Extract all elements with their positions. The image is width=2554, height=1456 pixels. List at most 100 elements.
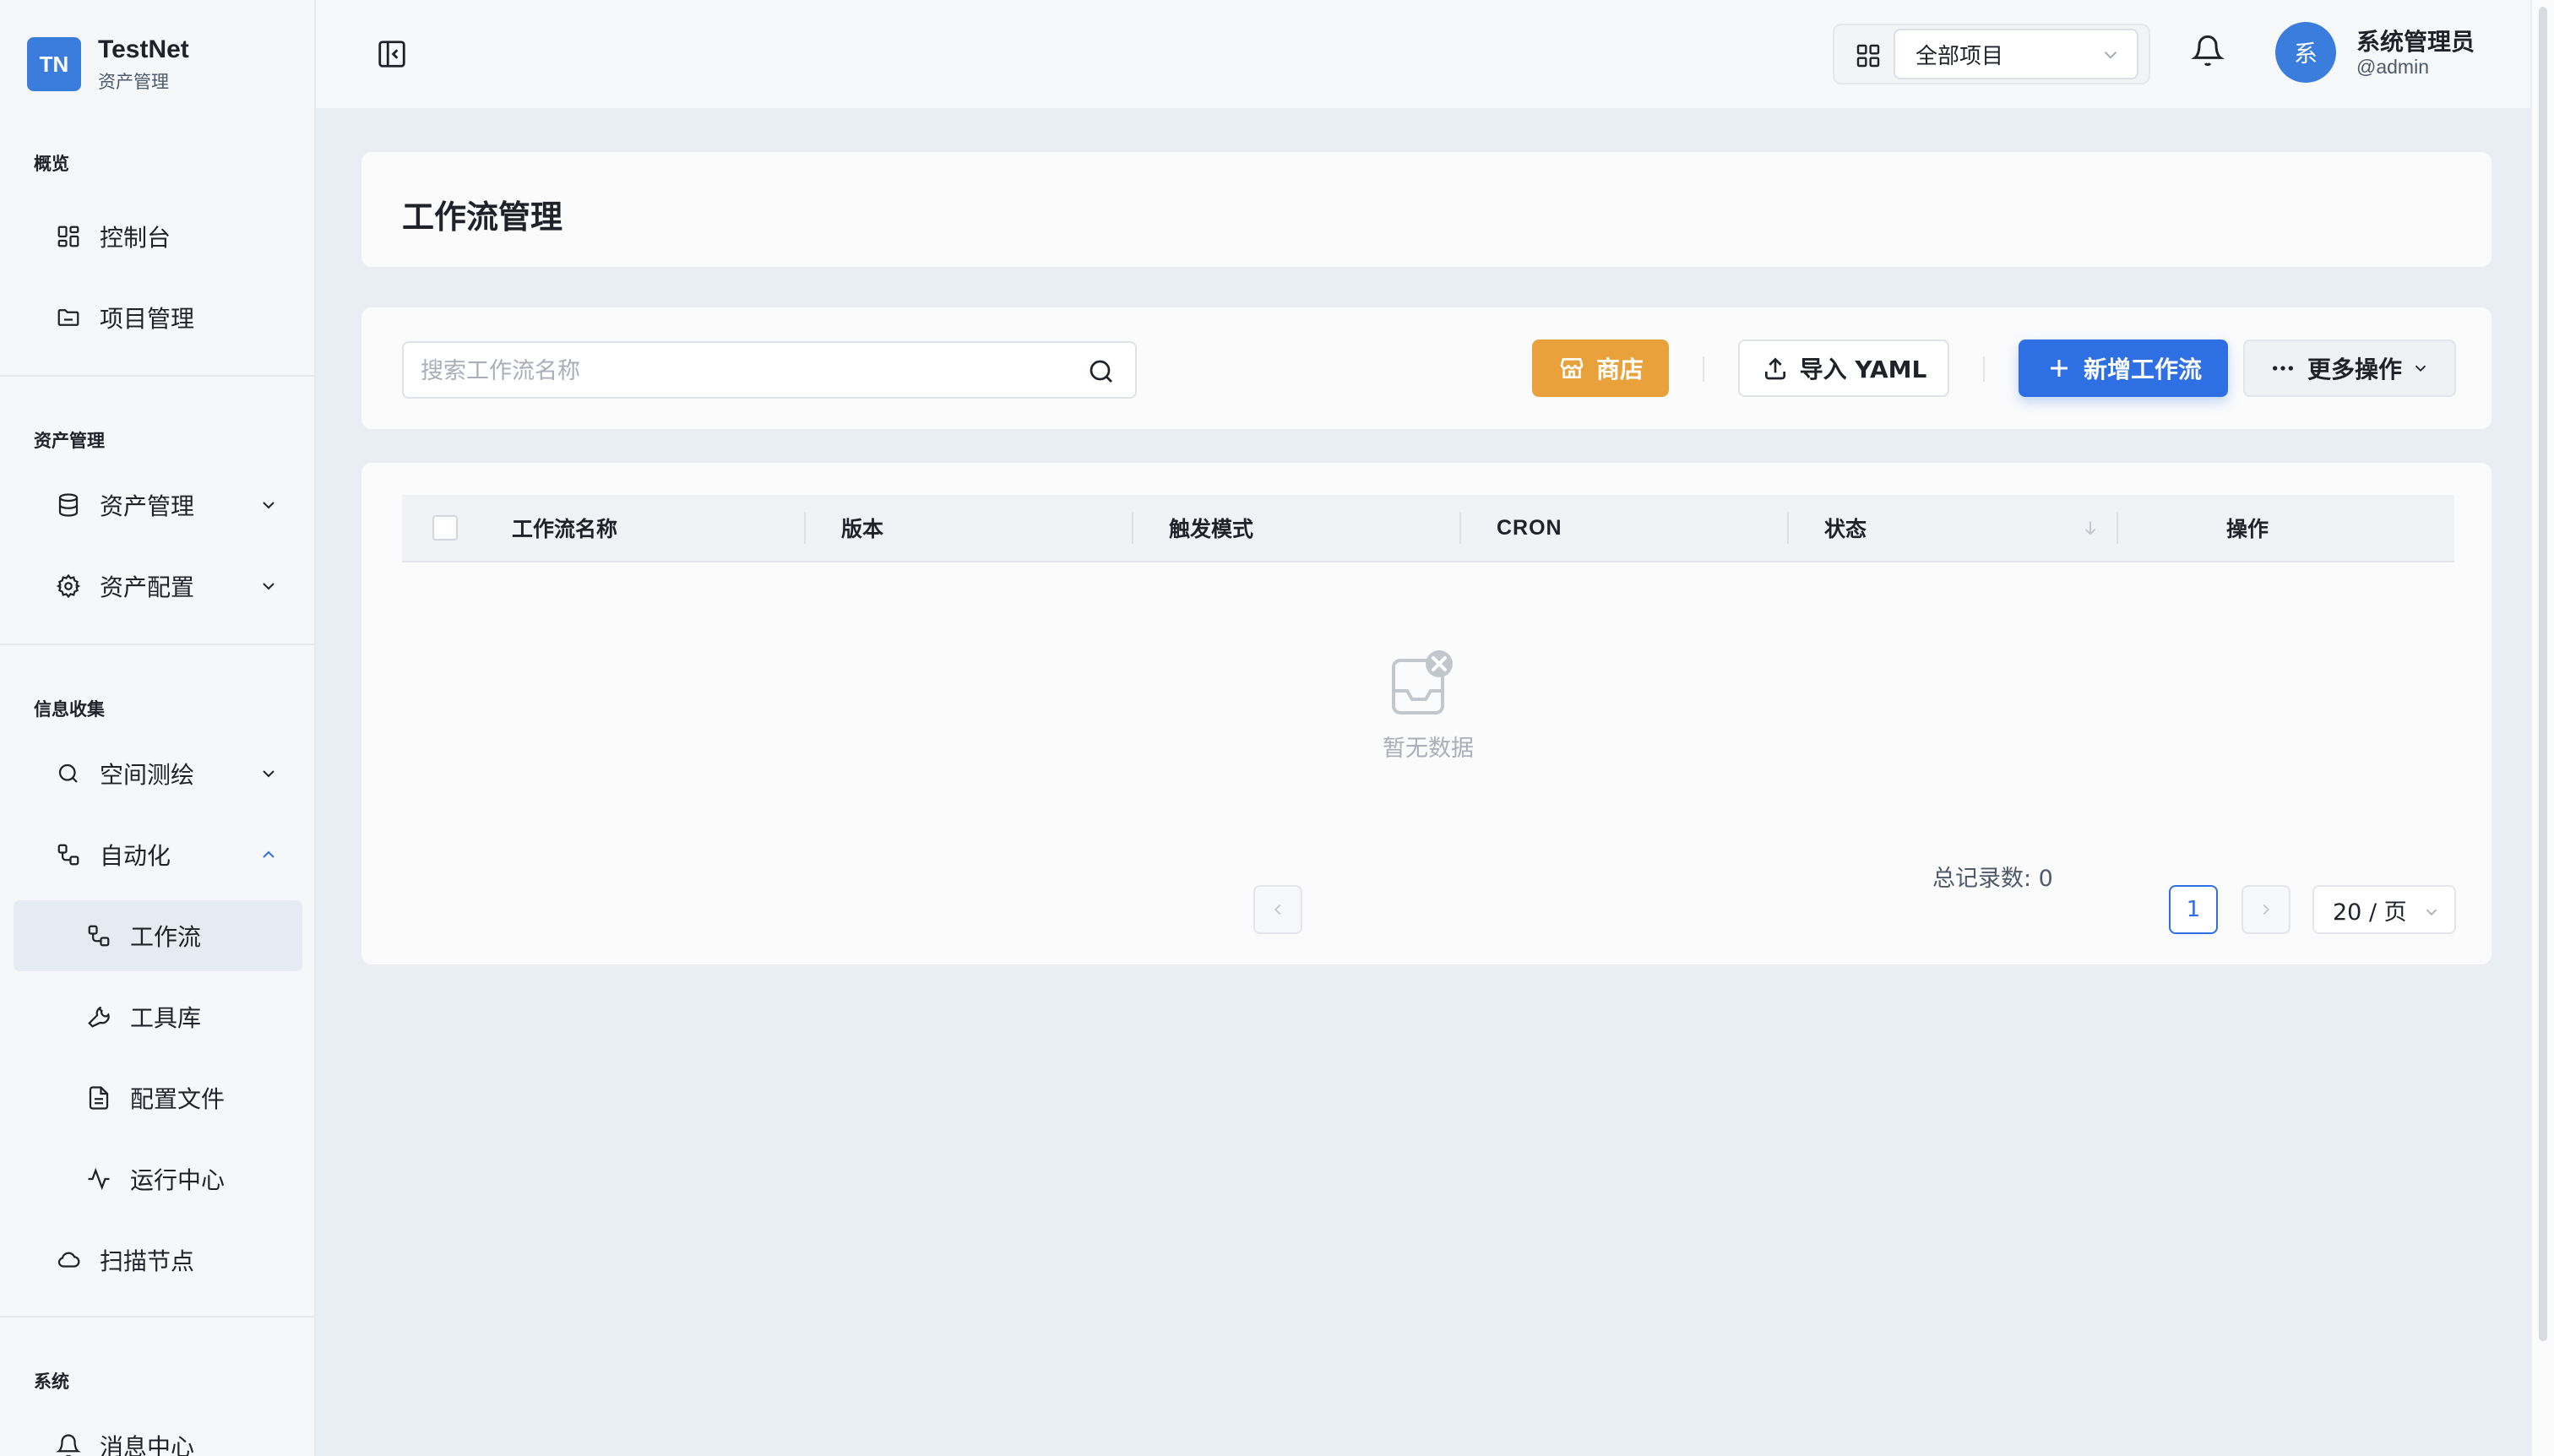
sidebar-item-config-files[interactable]: 配置文件 xyxy=(14,1062,302,1133)
toolbar-card: 商店 导入 YAML 新增工作流 更多操作 xyxy=(360,306,2493,431)
sidebar-item-asset-management[interactable]: 资产管理 xyxy=(14,470,302,541)
user-name[interactable]: 系统管理员 xyxy=(2356,24,2475,57)
section-title-assets: 资产管理 xyxy=(34,431,105,451)
column-header-version[interactable]: 版本 xyxy=(841,495,883,561)
page-size-value: 20 / 页 xyxy=(2333,899,2407,926)
wrench-icon xyxy=(84,1002,113,1031)
chevron-down-icon xyxy=(2422,901,2441,920)
table-header: 工作流名称 版本 触发模式 CRON 状态 操作 xyxy=(402,495,2454,562)
more-actions-button-label: 更多操作 xyxy=(2307,356,2402,383)
prev-page-button[interactable] xyxy=(1253,885,1302,934)
sidebar-item-toolbox[interactable]: 工具库 xyxy=(14,981,302,1052)
notification-bell-icon[interactable] xyxy=(2191,34,2228,71)
upload-icon xyxy=(1761,354,1790,383)
store-icon xyxy=(1557,354,1586,383)
user-handle: @admin xyxy=(2356,56,2429,78)
column-header-actions: 操作 xyxy=(2226,517,2269,541)
shop-button-label: 商店 xyxy=(1595,356,1644,383)
next-page-button[interactable] xyxy=(2242,885,2290,934)
divider xyxy=(0,644,314,645)
topbar: 全部项目 系 系统管理员 @admin xyxy=(316,0,2530,108)
grid-icon xyxy=(1855,42,1882,69)
column-header-trigger-mode[interactable]: 触发模式 xyxy=(1169,495,1253,561)
sidebar-toggle-icon[interactable] xyxy=(375,37,409,71)
column-divider xyxy=(1459,512,1461,544)
search-box xyxy=(402,341,1137,399)
page-title: 工作流管理 xyxy=(402,198,563,236)
sidebar-item-asset-config[interactable]: 资产配置 xyxy=(14,551,302,622)
chevron-up-icon xyxy=(257,843,280,867)
scrollbar-thumb[interactable] xyxy=(2539,7,2547,1341)
divider xyxy=(1983,356,1985,382)
new-workflow-button-label: 新增工作流 xyxy=(2083,356,2202,383)
sidebar-item-label: 工具库 xyxy=(130,1004,202,1032)
sidebar-item-label: 自动化 xyxy=(100,842,171,870)
dashboard-icon xyxy=(54,222,83,251)
sidebar-item-projects[interactable]: 项目管理 xyxy=(14,282,302,353)
sidebar-item-dashboard[interactable]: 控制台 xyxy=(14,201,302,272)
chevron-down-icon xyxy=(2100,44,2122,66)
brand-subtitle: 资产管理 xyxy=(98,72,169,92)
sort-arrow-icon[interactable] xyxy=(2081,519,2100,537)
sidebar-item-automation[interactable]: 自动化 xyxy=(14,819,302,890)
select-all-checkbox[interactable] xyxy=(432,515,458,541)
sidebar-item-label: 项目管理 xyxy=(100,305,195,333)
file-icon xyxy=(84,1084,113,1112)
chevron-right-icon xyxy=(2263,904,2270,915)
section-title-overview: 概览 xyxy=(34,154,69,174)
workflow-icon xyxy=(54,840,83,869)
page-size-select[interactable]: 20 / 页 xyxy=(2312,885,2456,934)
column-header-cron[interactable]: CRON xyxy=(1497,495,1562,561)
chevron-down-icon xyxy=(257,574,280,598)
chevron-down-icon xyxy=(257,762,280,785)
folder-icon xyxy=(54,303,83,332)
project-select-value: 全部项目 xyxy=(1916,43,2004,69)
sidebar-item-label: 空间测绘 xyxy=(100,761,195,789)
sidebar-item-label: 运行中心 xyxy=(130,1166,226,1194)
sidebar-item-run-center[interactable]: 运行中心 xyxy=(14,1144,302,1214)
search-icon[interactable] xyxy=(1086,356,1117,387)
search-input[interactable] xyxy=(421,351,1062,390)
page-scrollbar[interactable] xyxy=(2532,0,2554,1456)
total-records: 总记录数: 0 xyxy=(1932,866,2053,892)
section-title-recon: 信息收集 xyxy=(34,699,105,720)
sidebar-item-scan-nodes[interactable]: 扫描节点 xyxy=(14,1225,302,1296)
empty-state-text: 暂无数据 xyxy=(1383,736,1474,762)
column-header-status[interactable]: 状态 xyxy=(1824,495,1867,561)
sidebar-item-messages[interactable]: 消息中心 xyxy=(14,1410,302,1456)
project-select[interactable]: 全部项目 xyxy=(1894,29,2138,79)
chevron-down-icon xyxy=(2410,358,2431,378)
database-icon xyxy=(54,491,83,519)
bell-icon xyxy=(54,1432,83,1456)
workflow-icon xyxy=(84,921,113,950)
empty-inbox-icon xyxy=(1382,647,1459,725)
more-actions-button[interactable]: 更多操作 xyxy=(2243,340,2456,397)
activity-icon xyxy=(84,1165,113,1193)
new-workflow-button[interactable]: 新增工作流 xyxy=(2019,340,2228,397)
section-title-system: 系统 xyxy=(34,1372,69,1392)
sidebar-item-label: 资产管理 xyxy=(100,492,195,520)
avatar[interactable]: 系 xyxy=(2275,22,2336,83)
sidebar-item-label: 扫描节点 xyxy=(100,1247,195,1275)
page-number-current[interactable]: 1 xyxy=(2169,885,2218,934)
import-yaml-button[interactable]: 导入 YAML xyxy=(1738,340,1949,397)
column-divider xyxy=(1787,512,1789,544)
search-icon xyxy=(54,759,83,788)
sidebar-item-cyberspace-mapping[interactable]: 空间测绘 xyxy=(14,738,302,809)
sidebar-item-label: 工作流 xyxy=(130,923,202,951)
sidebar-item-label: 控制台 xyxy=(100,224,171,252)
shop-button[interactable]: 商店 xyxy=(1532,340,1669,397)
brand[interactable]: TN TestNet 资产管理 xyxy=(27,30,189,98)
brand-logo: TN xyxy=(27,37,81,91)
ellipsis-icon xyxy=(2269,354,2297,383)
brand-name: TestNet xyxy=(98,35,189,63)
sidebar-item-workflow[interactable]: 工作流 xyxy=(14,900,302,971)
import-yaml-button-label: 导入 YAML xyxy=(1799,356,1927,383)
column-divider xyxy=(804,512,806,544)
divider xyxy=(1703,356,1704,382)
sidebar-item-label: 消息中心 xyxy=(100,1433,195,1456)
sidebar: TN TestNet 资产管理 概览 控制台 项目管理 资产管理 资产管理 资产 xyxy=(0,0,316,1456)
column-header-name[interactable]: 工作流名称 xyxy=(512,495,617,561)
chevron-left-icon xyxy=(1274,904,1281,915)
column-divider xyxy=(2117,512,2118,544)
